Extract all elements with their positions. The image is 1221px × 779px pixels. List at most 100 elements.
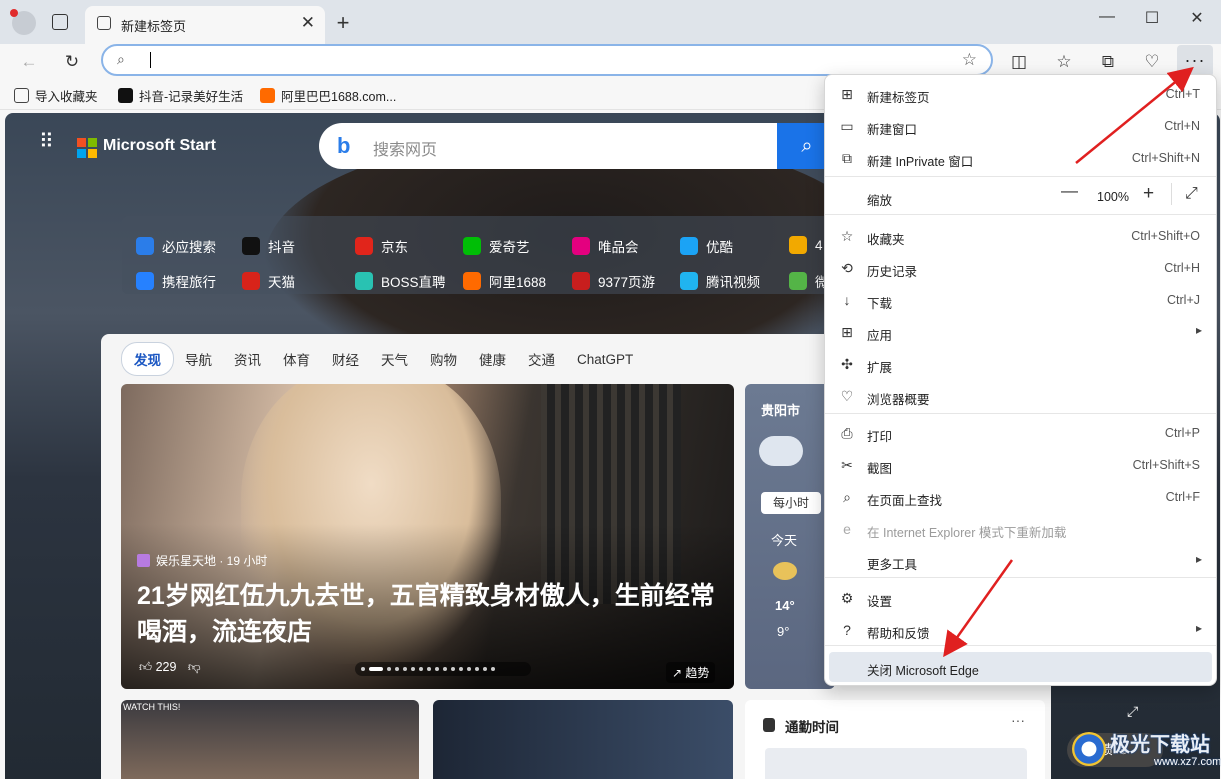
thumbs-down-icon[interactable]: 👎︎ <box>188 660 201 674</box>
menu-item[interactable]: 关闭 Microsoft Edge <box>829 652 1212 682</box>
menu-item[interactable]: ⧉ 新建 InPrivate 窗口 Ctrl+Shift+N <box>829 143 1212 173</box>
bookmark-import[interactable]: 导入收藏夹 <box>14 86 98 105</box>
menu-divider <box>825 176 1216 177</box>
maximize-button[interactable]: ☐ <box>1137 8 1167 28</box>
menu-shortcut: Ctrl+T <box>1165 87 1200 101</box>
site-icon <box>789 272 807 290</box>
favorites-icon[interactable]: ☆ <box>1049 48 1079 76</box>
address-bar[interactable]: ⌕ ☆ <box>101 44 993 76</box>
microsoft-logo-icon <box>77 138 97 158</box>
menu-item[interactable]: ▭ 新建窗口 Ctrl+N <box>829 111 1212 141</box>
news-card[interactable] <box>433 700 733 779</box>
screenshot-icon: ✂ <box>841 457 853 473</box>
more-options-icon[interactable]: ··· <box>1011 712 1025 728</box>
feed-tab[interactable]: 交通 <box>517 349 566 369</box>
menu-item[interactable]: 更多工具 ▸ <box>829 546 1212 576</box>
menu-item[interactable]: ⊞ 应用 ▸ <box>829 317 1212 347</box>
quick-link[interactable]: 优酷 <box>680 236 733 256</box>
quick-link[interactable]: 4 <box>789 236 823 254</box>
site-icon <box>136 237 154 255</box>
feed-tab[interactable]: 导航 <box>174 349 223 369</box>
zoom-in-button[interactable]: + <box>1143 183 1154 205</box>
quick-link[interactable]: 唯品会 <box>572 236 639 256</box>
site-icon <box>680 272 698 290</box>
bookmark-douyin[interactable]: 抖音-记录美好生活 <box>118 86 243 105</box>
brand-title[interactable]: Microsoft Start <box>103 137 216 155</box>
menu-item[interactable]: ✣ 扩展 <box>829 349 1212 379</box>
quick-link[interactable]: 腾讯视频 <box>680 271 760 291</box>
refresh-icon[interactable]: ↻ <box>57 48 87 76</box>
quick-link[interactable]: 京东 <box>355 236 408 256</box>
weather-city[interactable]: 贵阳市 <box>761 400 800 419</box>
quick-link[interactable]: 爱奇艺 <box>463 236 530 256</box>
commute-map[interactable] <box>765 748 1027 779</box>
weather-low: 9° <box>777 624 790 639</box>
feed-tab[interactable]: 资讯 <box>223 349 272 369</box>
fullscreen-icon[interactable]: ⤢ <box>1185 185 1198 203</box>
menu-item: e 在 Internet Explorer 模式下重新加载 <box>829 514 1212 544</box>
settings-and-more-button[interactable]: ··· <box>1177 45 1213 77</box>
menu-item[interactable]: ⚙ 设置 <box>829 583 1212 613</box>
feed-tab[interactable]: 发现 <box>121 342 174 376</box>
app-launcher-icon[interactable]: ⠿ <box>39 132 61 152</box>
feed-tab[interactable]: 健康 <box>468 349 517 369</box>
quick-link[interactable]: 阿里1688 <box>463 271 546 291</box>
tab-close-icon[interactable]: ✕ <box>301 13 315 33</box>
quick-link-label: 携程旅行 <box>162 275 216 290</box>
trend-badge[interactable]: ↗ 趋势 <box>666 662 716 683</box>
collections-icon[interactable]: ⧉ <box>1093 48 1123 76</box>
hero-article[interactable]: 娱乐星天地 · 19 小时 21岁网红伍九九去世，五官精致身材傲人，生前经常喝酒… <box>121 384 734 689</box>
menu-item[interactable]: ☆ 收藏夹 Ctrl+Shift+O <box>829 221 1212 251</box>
quick-link[interactable]: 必应搜索 <box>136 236 216 256</box>
close-window-button[interactable]: ✕ <box>1182 8 1212 28</box>
menu-item[interactable]: ? 帮助和反馈 ▸ <box>829 615 1212 645</box>
menu-shortcut: Ctrl+J <box>1167 293 1200 307</box>
quick-link[interactable]: 天猫 <box>242 271 295 291</box>
quick-link[interactable]: 9377页游 <box>572 271 655 291</box>
favorite-star-icon[interactable]: ☆ <box>962 50 977 70</box>
back-icon[interactable]: ← <box>14 48 44 76</box>
menu-item[interactable]: ♡ 浏览器概要 <box>829 381 1212 411</box>
menu-shortcut: Ctrl+Shift+S <box>1132 458 1200 472</box>
quick-link[interactable]: 携程旅行 <box>136 271 216 291</box>
title-bar: 新建标签页 ✕ + — ☐ ✕ <box>0 0 1221 44</box>
zoom-out-button[interactable]: — <box>1061 181 1078 201</box>
tab-actions-icon[interactable] <box>52 14 68 30</box>
menu-item[interactable]: ⟲ 历史记录 Ctrl+H <box>829 253 1212 283</box>
menu-item[interactable]: 缩放 <box>829 182 1212 212</box>
menu-item-label: 在 Internet Explorer 模式下重新加载 <box>867 526 1067 540</box>
menu-item[interactable]: ↓ 下载 Ctrl+J <box>829 285 1212 315</box>
quick-link[interactable]: 抖音 <box>242 236 295 256</box>
new-tab-button[interactable]: + <box>332 10 354 36</box>
web-search-box[interactable]: b 搜索网页 <box>319 123 839 169</box>
menu-item[interactable]: ⎙ 打印 Ctrl+P <box>829 418 1212 448</box>
feed-tab[interactable]: ChatGPT <box>566 352 644 367</box>
like-button[interactable]: 👍︎ 229 👎︎ <box>139 660 201 675</box>
feed-tab[interactable]: 体育 <box>272 349 321 369</box>
quick-link[interactable]: BOSS直聘 <box>355 271 446 291</box>
quick-link-label: 腾讯视频 <box>706 275 760 290</box>
feed-tab[interactable]: 购物 <box>419 349 468 369</box>
menu-item[interactable]: ✂ 截图 Ctrl+Shift+S <box>829 450 1212 480</box>
carousel-dots[interactable] <box>355 662 531 676</box>
bookmark-alibaba[interactable]: 阿里巴巴1688.com... <box>260 86 396 105</box>
tab-new-tab[interactable]: 新建标签页 ✕ <box>85 6 325 44</box>
news-card[interactable]: WATCH THIS! <box>121 700 419 779</box>
menu-item[interactable]: ⌕ 在页面上查找 Ctrl+F <box>829 482 1212 512</box>
article-title[interactable]: 21岁网红伍九九去世，五官精致身材傲人，生前经常喝酒，流连夜店 <box>137 578 717 650</box>
weather-card[interactable]: 贵阳市 每小时 今天 14° 9° <box>745 384 835 689</box>
commute-card[interactable]: 通勤时间 ··· <box>745 700 1045 779</box>
hourly-tab[interactable]: 每小时 <box>761 492 821 514</box>
feed-tab[interactable]: 天气 <box>370 349 419 369</box>
expand-icon[interactable]: ⤢ <box>1127 703 1138 720</box>
browser-essentials-icon[interactable]: ♡ <box>1137 48 1167 76</box>
profile-avatar[interactable] <box>10 9 36 35</box>
minimize-button[interactable]: — <box>1092 8 1122 26</box>
menu-item[interactable]: ⊞ 新建标签页 Ctrl+T <box>829 79 1212 109</box>
feed-tab[interactable]: 财经 <box>321 349 370 369</box>
quick-link[interactable]: 微 <box>789 271 829 291</box>
menu-item-label: 缩放 <box>867 194 893 208</box>
split-screen-icon[interactable]: ◫ <box>1004 48 1034 76</box>
menu-item-label: 下载 <box>867 297 893 311</box>
weather-today: 今天 <box>771 533 798 548</box>
